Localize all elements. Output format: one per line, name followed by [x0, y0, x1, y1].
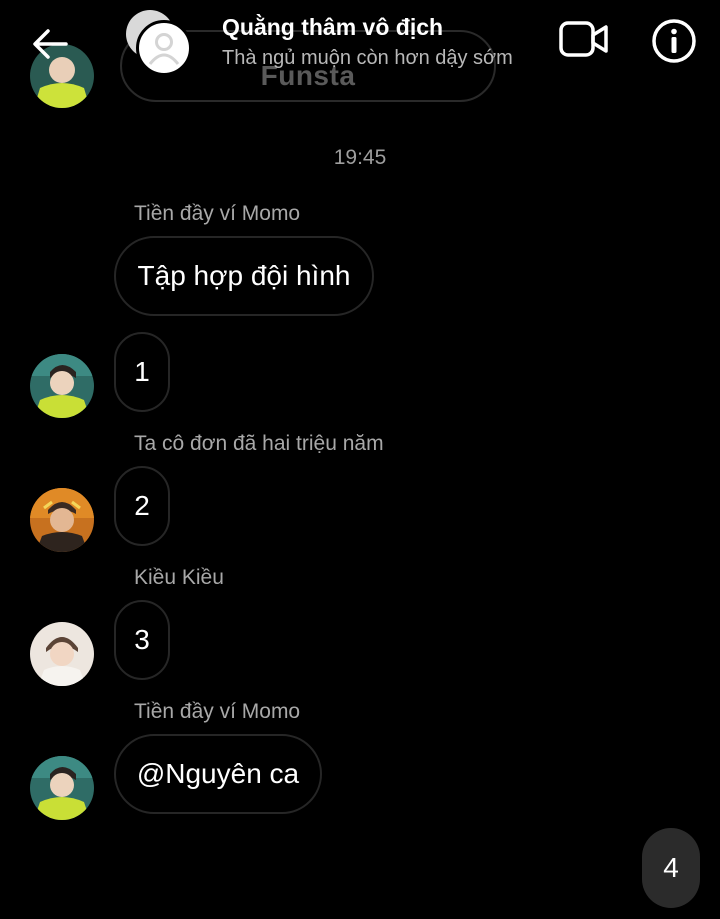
- sender-name: Tiền đầy ví Momo: [134, 202, 301, 225]
- message-bubble[interactable]: 3: [114, 600, 170, 680]
- back-button[interactable]: [28, 22, 72, 66]
- chat-subtitle: Thà ngủ muộn còn hơn dậy sớm: [222, 47, 513, 69]
- message-bubble[interactable]: @Nguyên ca: [114, 734, 322, 814]
- message-text: 2: [134, 490, 150, 521]
- sender-name: Ta cô đơn đã hai triệu năm: [134, 432, 384, 455]
- group-avatar-front: [136, 20, 192, 76]
- back-arrow-icon: [33, 29, 68, 59]
- chat-screen: Funsta Quằng thâm vô địch Thà ngủ muộn c…: [0, 0, 720, 919]
- message-timestamp: 19:45: [333, 146, 387, 169]
- chat-header: Quằng thâm vô địch Thà ngủ muộn còn hơn …: [0, 0, 720, 88]
- message-text: Tập hợp đội hình: [137, 260, 351, 291]
- info-icon: [652, 19, 696, 63]
- message-text: 1: [134, 356, 150, 387]
- chat-title-block[interactable]: Quằng thâm vô địch Thà ngủ muộn còn hơn …: [222, 14, 552, 70]
- message-text: @Nguyên ca: [136, 758, 300, 789]
- person-icon: [148, 33, 180, 65]
- sender-name: Kiều Kiều: [134, 566, 224, 589]
- message-text: 4: [663, 852, 679, 883]
- group-avatar[interactable]: [124, 10, 196, 78]
- info-button[interactable]: [650, 17, 698, 65]
- message-bubble[interactable]: 2: [114, 466, 170, 546]
- video-call-icon: [559, 21, 608, 57]
- message-bubble[interactable]: 1: [114, 332, 170, 412]
- sender-name: Tiền đầy ví Momo: [134, 700, 301, 723]
- avatar[interactable]: [30, 756, 94, 820]
- video-call-button[interactable]: [558, 18, 610, 62]
- own-message-bubble[interactable]: 4: [642, 828, 700, 908]
- avatar[interactable]: [30, 488, 94, 552]
- avatar[interactable]: [30, 622, 94, 686]
- message-bubble[interactable]: Tập hợp đội hình: [114, 236, 374, 316]
- chat-title: Quằng thâm vô địch: [222, 14, 444, 40]
- message-text: 3: [134, 624, 150, 655]
- avatar[interactable]: [30, 354, 94, 418]
